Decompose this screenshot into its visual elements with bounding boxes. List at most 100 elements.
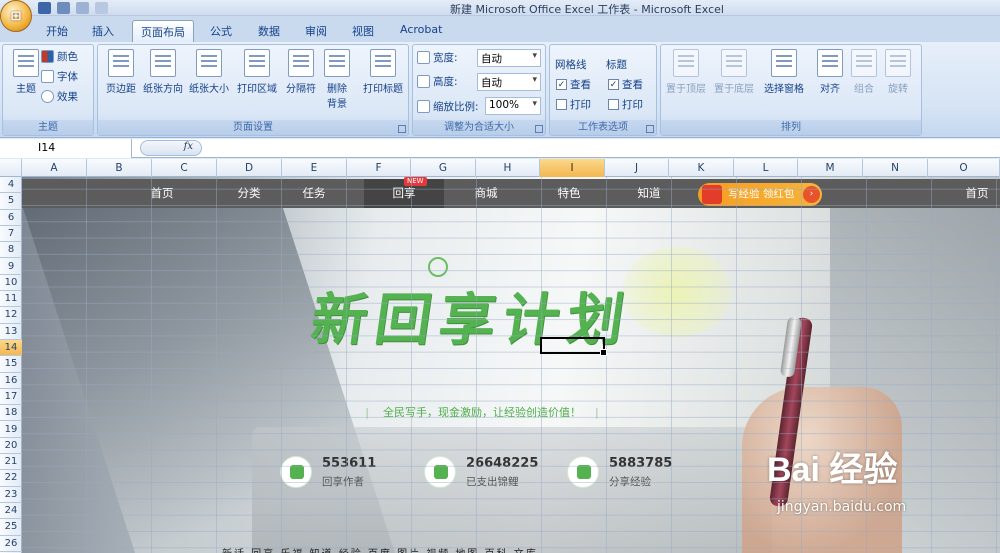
worksheet[interactable]: 首页 分类 任务 回享 NEW 商城 特色 知道 写经验 领红包 › 首页 新回… [22, 177, 1000, 553]
customize-icon[interactable] [95, 2, 108, 14]
arrow-right-icon: › [803, 186, 820, 203]
insert-function-button[interactable]: fx [140, 140, 202, 156]
column-header[interactable]: L [734, 159, 798, 177]
sheet-options-launcher-icon[interactable] [646, 125, 654, 133]
column-header-selected[interactable]: I [540, 159, 605, 177]
tab-view[interactable]: 视图 [344, 20, 382, 42]
bring-to-front-button[interactable]: 置于顶层 [663, 47, 709, 95]
width-select[interactable]: 自动 [477, 49, 541, 67]
row-header[interactable]: 18 [0, 405, 22, 422]
scale-stepper[interactable]: 100% [485, 97, 541, 115]
row-header[interactable]: 6 [0, 210, 22, 226]
column-header[interactable]: M [798, 159, 863, 177]
row-header[interactable]: 7 [0, 226, 22, 243]
gridlines-print-checkbox[interactable]: 打印 [556, 97, 591, 112]
align-icon [817, 49, 843, 77]
row-header[interactable]: 13 [0, 324, 22, 340]
column-header[interactable]: O [928, 159, 1000, 177]
breaks-label: 分隔符 [286, 84, 316, 95]
row-header[interactable]: 15 [0, 356, 22, 373]
row-header[interactable]: 12 [0, 307, 22, 324]
column-header[interactable]: K [669, 159, 734, 177]
baidu-jingyan-watermark: Bai 经验 jingyan.baidu.com [767, 442, 1000, 553]
row-header[interactable]: 26 [0, 536, 22, 552]
row-header[interactable]: 10 [0, 275, 22, 292]
embedded-site-nav: 首页 分类 任务 回享 NEW 商城 特色 知道 写经验 领红包 › 首页 [22, 177, 1000, 208]
row-header[interactable]: 23 [0, 487, 22, 503]
headings-view-checkbox[interactable]: ✓ 查看 [608, 77, 643, 92]
tab-home[interactable]: 开始 [38, 20, 76, 42]
active-cell-cursor[interactable] [540, 337, 607, 356]
scale-launcher-icon[interactable] [535, 125, 543, 133]
headings-title: 标题 [606, 59, 627, 71]
row-header[interactable]: 4 [0, 177, 22, 194]
row-header[interactable]: 21 [0, 454, 22, 471]
office-button[interactable]: ⊞ [0, 0, 32, 32]
column-header[interactable]: H [476, 159, 540, 177]
tab-insert[interactable]: 插入 [84, 20, 122, 42]
row-header[interactable]: 17 [0, 389, 22, 406]
height-select[interactable]: 自动 [477, 73, 541, 91]
row-header[interactable]: 19 [0, 422, 22, 438]
row-header[interactable]: 16 [0, 373, 22, 389]
column-header[interactable]: C [152, 159, 217, 177]
page-setup-launcher-icon[interactable] [398, 125, 406, 133]
undo-icon[interactable] [57, 2, 70, 14]
headings-print-label: 打印 [622, 99, 643, 111]
scale-group-label: 调整为合适大小 [413, 120, 545, 135]
column-header[interactable]: G [411, 159, 476, 177]
nav-home: 首页 [150, 186, 174, 200]
gridlines-view-checkbox[interactable]: ✓ 查看 [556, 77, 591, 92]
nav-huixiang-label: 回享 [392, 186, 416, 200]
row-header[interactable]: 20 [0, 438, 22, 455]
orientation-button[interactable]: 纸张方向 [140, 47, 186, 95]
print-titles-label: 打印标题 [363, 84, 403, 95]
tab-acrobat[interactable]: Acrobat [392, 20, 450, 42]
row-header[interactable]: 8 [0, 242, 22, 259]
tab-formulas[interactable]: 公式 [202, 20, 240, 42]
column-header[interactable]: J [605, 159, 669, 177]
selection-pane-button[interactable]: 选择窗格 [759, 47, 809, 95]
headings-view-label: 查看 [622, 79, 643, 91]
background-icon [324, 49, 350, 77]
redo-icon[interactable] [76, 2, 89, 14]
name-box[interactable]: I14 [0, 139, 132, 158]
column-header[interactable]: N [863, 159, 928, 177]
select-all-corner[interactable] [0, 159, 22, 177]
stat-label: 分享经验 [609, 475, 651, 488]
theme-group-label: 主题 [3, 120, 93, 135]
colors-icon [41, 50, 54, 63]
column-header[interactable]: E [282, 159, 347, 177]
row-header[interactable]: 5 [0, 193, 22, 210]
print-titles-button[interactable]: 打印标题 [358, 47, 408, 95]
print-area-button[interactable]: 打印区域 [234, 47, 280, 95]
headings-print-checkbox[interactable]: 打印 [608, 97, 643, 112]
row-header[interactable]: 9 [0, 259, 22, 275]
colors-button[interactable]: 颜色 [41, 49, 78, 64]
delete-background-button[interactable]: 删除背景 [314, 47, 360, 110]
tab-page-layout[interactable]: 页面布局 [132, 20, 194, 42]
row-header[interactable]: 25 [0, 519, 22, 536]
column-header[interactable]: B [87, 159, 152, 177]
row-header-selected[interactable]: 14 [0, 340, 22, 357]
group-label: 组合 [854, 84, 874, 95]
column-header[interactable]: D [217, 159, 282, 177]
column-header[interactable]: A [22, 159, 87, 177]
fonts-button[interactable]: 字体 [41, 69, 78, 84]
row-header[interactable]: 11 [0, 291, 22, 308]
row-header[interactable]: 22 [0, 470, 22, 487]
column-header[interactable]: F [347, 159, 411, 177]
fonts-label: 字体 [57, 71, 78, 83]
send-to-back-button[interactable]: 置于底层 [711, 47, 757, 95]
gridlines-print-check-icon [556, 99, 567, 110]
row-header[interactable]: 24 [0, 503, 22, 520]
selection-pane-icon [771, 49, 797, 77]
tab-data[interactable]: 数据 [250, 20, 288, 42]
tab-review[interactable]: 审阅 [297, 20, 335, 42]
effects-button[interactable]: 效果 [41, 89, 78, 104]
rotate-button[interactable]: 旋转 [875, 47, 921, 95]
save-icon[interactable] [38, 2, 51, 14]
scale-label: 缩放比例: [433, 101, 479, 113]
margins-button[interactable]: 页边距 [98, 47, 144, 95]
size-button[interactable]: 纸张大小 [186, 47, 232, 95]
